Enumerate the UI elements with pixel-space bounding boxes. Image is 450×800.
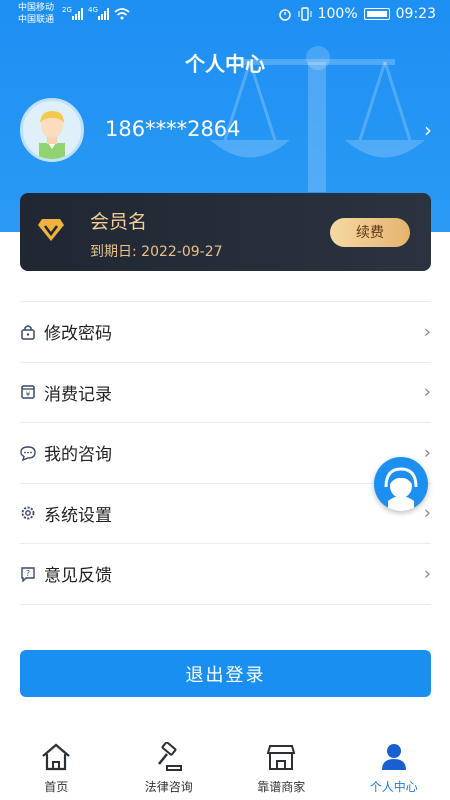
home-icon	[42, 743, 70, 771]
receipt-icon: ¥	[21, 385, 35, 399]
tab-label: 法律咨询	[144, 780, 193, 794]
tab-trusted-merchants[interactable]: 靠谱商家	[225, 736, 338, 800]
menu-item-feedback[interactable]: ? 意见反馈 ›	[20, 544, 431, 605]
avatar[interactable]	[20, 98, 84, 162]
battery-percent: 100%	[317, 6, 358, 22]
settings-menu: 修改密码 › ¥ 消费记录 › 我的咨询 › 系统设置 › ? 意见反馈 ›	[20, 301, 431, 605]
user-icon	[381, 744, 406, 770]
chevron-right-icon: ›	[423, 381, 431, 403]
tab-label: 首页	[44, 780, 69, 794]
customer-service-button[interactable]	[374, 457, 428, 511]
tab-label: 靠谱商家	[257, 780, 306, 794]
feedback-icon: ?	[21, 567, 35, 582]
page-title: 个人中心	[185, 52, 265, 76]
tab-home[interactable]: 首页	[0, 736, 113, 800]
svg-text:¥: ¥	[26, 391, 31, 399]
renew-button[interactable]: 续费	[330, 218, 410, 247]
carrier-2: 中国联通	[18, 15, 55, 25]
chevron-right-icon: ›	[423, 321, 431, 343]
chevron-right-icon[interactable]: ›	[424, 118, 432, 142]
vibrate-icon	[298, 7, 312, 21]
logout-button[interactable]: 退出登录	[20, 650, 431, 697]
chevron-right-icon: ›	[423, 502, 431, 524]
menu-label: 消费记录	[44, 384, 112, 405]
status-bar: 中国移动 中国联通 2G 4G 100% 09:23	[0, 0, 450, 30]
menu-item-change-password[interactable]: 修改密码 ›	[20, 302, 431, 363]
battery-icon	[363, 8, 390, 20]
network-type-1: 2G	[62, 6, 72, 14]
chevron-right-icon: ›	[423, 563, 431, 585]
gavel-icon	[157, 742, 182, 771]
menu-item-purchase-history[interactable]: ¥ 消费记录 ›	[20, 363, 431, 423]
chevron-right-icon: ›	[423, 442, 431, 464]
carrier-1: 中国移动	[18, 3, 55, 13]
user-phone[interactable]: 186****2864	[105, 117, 241, 141]
tab-label: 个人中心	[369, 780, 418, 794]
wifi-icon	[114, 8, 130, 20]
gear-icon	[21, 506, 35, 520]
customer-service-icon	[384, 467, 418, 511]
menu-item-my-consultations[interactable]: 我的咨询 ›	[20, 423, 431, 484]
vip-card: 会员名 到期日: 2022-09-27 续费	[20, 193, 431, 271]
status-right: 100% 09:23	[278, 6, 436, 22]
store-icon	[266, 745, 296, 770]
menu-label: 系统设置	[44, 505, 112, 526]
carrier-info: 中国移动 中国联通	[18, 2, 54, 26]
bottom-tab-bar: 首页 法律咨询 靠谱商家 个人中心	[0, 736, 450, 800]
signal-icon	[72, 8, 83, 20]
user-avatar-icon	[39, 111, 65, 159]
tab-personal-center[interactable]: 个人中心	[338, 736, 450, 800]
menu-label: 意见反馈	[44, 566, 112, 587]
clock: 09:23	[395, 6, 436, 22]
network-type-2: 4G	[88, 6, 98, 14]
chat-icon	[20, 446, 36, 461]
svg-text:?: ?	[26, 569, 30, 578]
vip-diamond-icon	[38, 219, 64, 241]
alarm-icon	[278, 9, 291, 21]
vip-expiry-date: 到期日: 2022-09-27	[90, 244, 223, 260]
tab-legal-consultation[interactable]: 法律咨询	[113, 736, 226, 800]
signal-icon	[98, 8, 109, 20]
menu-item-system-settings[interactable]: 系统设置 ›	[20, 484, 431, 544]
vip-name: 会员名	[90, 211, 148, 233]
menu-label: 修改密码	[44, 324, 112, 345]
menu-label: 我的咨询	[44, 445, 112, 466]
lock-icon	[21, 325, 35, 340]
